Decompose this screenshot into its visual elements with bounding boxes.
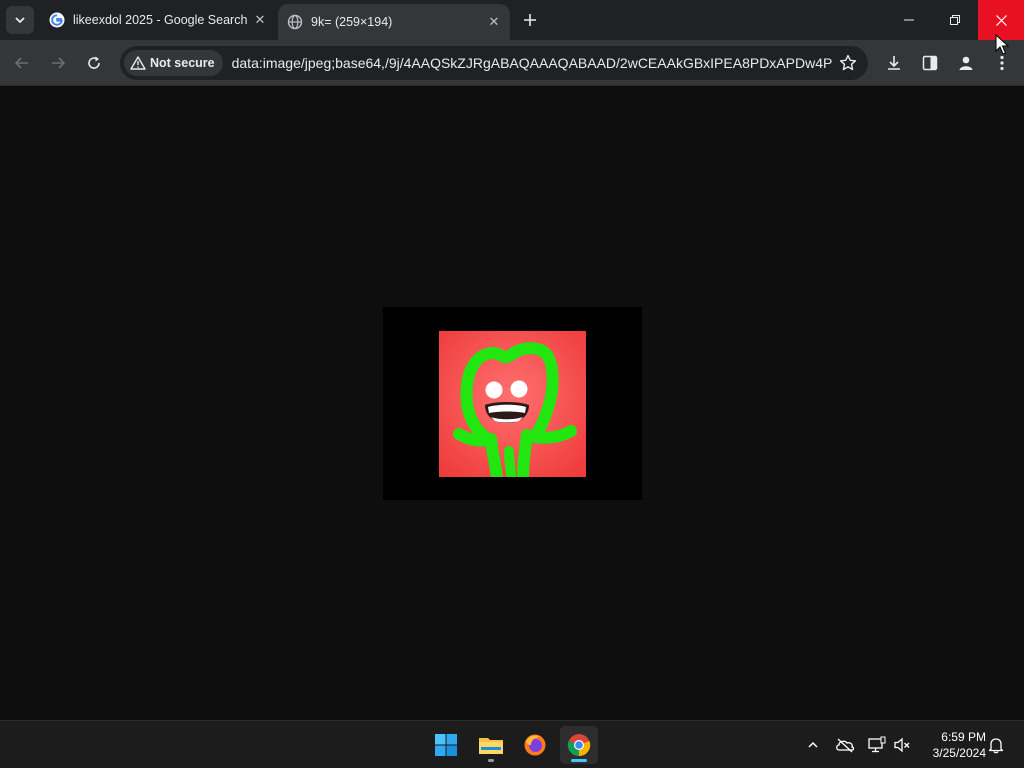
back-button[interactable] [8, 49, 36, 77]
tab-search-button[interactable] [6, 6, 34, 34]
active-indicator [571, 759, 587, 762]
tab-strip: likeexdol 2025 - Google Search ✕ 9k= (25… [0, 0, 1024, 40]
download-icon[interactable] [880, 49, 908, 77]
reload-icon [88, 56, 100, 69]
back-arrow-icon [14, 57, 28, 69]
plus-icon [524, 14, 536, 26]
browser-toolbar: Not secure data:image/jpeg;base64,/9j/4A… [0, 40, 1024, 86]
volume-muted-icon[interactable] [890, 733, 914, 757]
minimize-icon [904, 19, 914, 21]
new-tab-button[interactable] [518, 8, 542, 32]
tab-image[interactable]: 9k= (259×194) ✕ [278, 4, 510, 40]
globe-icon [287, 14, 303, 30]
mouse-cursor-icon [995, 34, 1009, 55]
file-explorer-icon[interactable] [472, 726, 510, 764]
running-indicator [488, 759, 494, 762]
google-g-icon [49, 12, 65, 28]
displayed-image[interactable] [383, 307, 642, 500]
chevron-down-icon [15, 17, 25, 24]
bookmark-star-icon[interactable] [838, 53, 858, 73]
notification-bell-icon[interactable] [984, 733, 1008, 757]
profile-icon[interactable] [952, 49, 980, 77]
tab-title: 9k= (259×194) [311, 15, 393, 29]
security-chip[interactable]: Not secure [124, 50, 223, 76]
windows-start-icon[interactable] [427, 726, 465, 764]
onedrive-offline-icon[interactable] [833, 733, 857, 757]
tab-close-icon[interactable]: ✕ [486, 14, 502, 30]
firefox-icon[interactable] [516, 726, 554, 764]
page-viewport [0, 87, 1024, 720]
warning-triangle-icon [130, 56, 146, 70]
chevron-up-icon[interactable] [801, 733, 825, 757]
network-icon[interactable] [865, 733, 889, 757]
address-bar[interactable]: Not secure data:image/jpeg;base64,/9j/4A… [120, 46, 868, 80]
restore-button[interactable] [932, 0, 978, 40]
clock-date: 3/25/2024 [932, 746, 986, 760]
side-panel-icon[interactable] [916, 49, 944, 77]
close-icon [995, 14, 1007, 26]
system-clock[interactable]: 6:59 PM 3/25/2024 [914, 729, 986, 761]
green-creature-image [439, 331, 586, 477]
restore-icon [950, 15, 960, 25]
tab-google-search[interactable]: likeexdol 2025 - Google Search ✕ [40, 0, 276, 40]
tab-title: likeexdol 2025 - Google Search [73, 13, 248, 27]
forward-button[interactable] [44, 49, 72, 77]
url-text[interactable]: data:image/jpeg;base64,/9j/4AAQSkZJRgABA… [232, 55, 832, 71]
tab-close-icon[interactable]: ✕ [252, 12, 268, 28]
minimize-button[interactable] [886, 0, 932, 40]
reload-button[interactable] [80, 49, 108, 77]
security-label: Not secure [150, 56, 215, 70]
windows-taskbar: 6:59 PM 3/25/2024 [0, 720, 1024, 768]
clock-time: 6:59 PM [941, 730, 986, 744]
forward-arrow-icon [52, 57, 66, 69]
chrome-icon[interactable] [560, 726, 598, 764]
